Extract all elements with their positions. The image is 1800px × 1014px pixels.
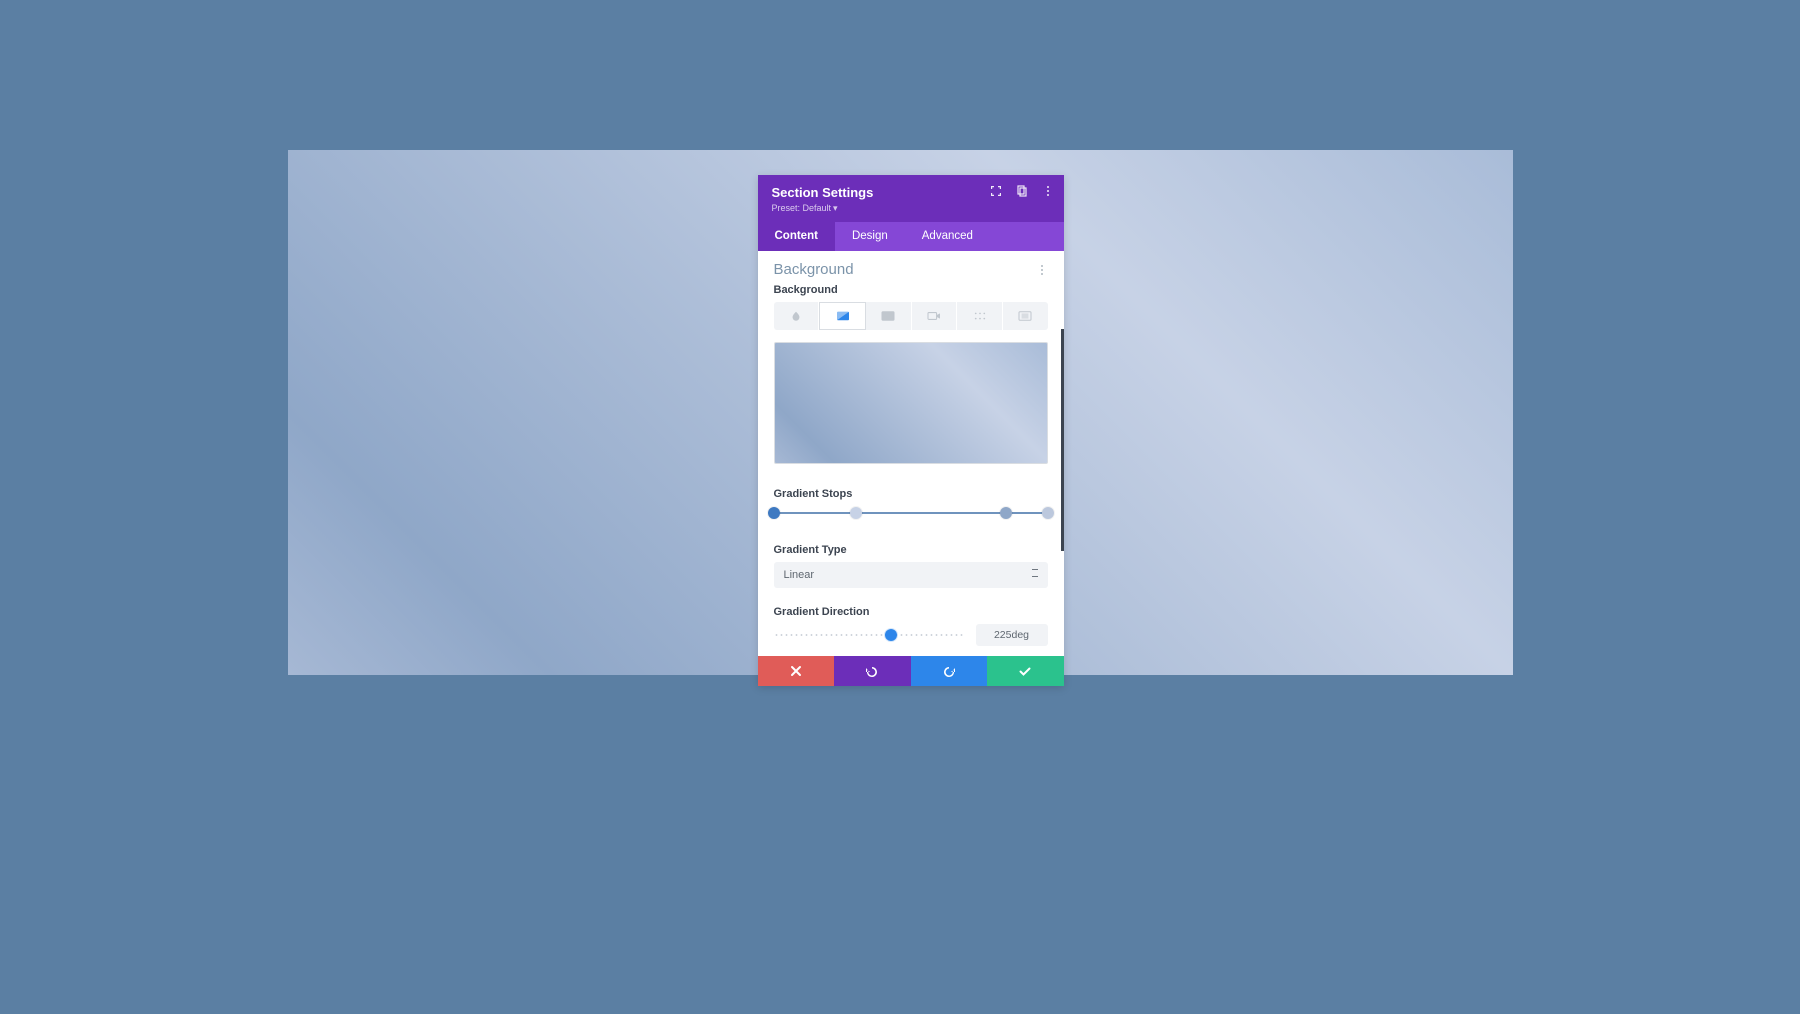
settings-panel: Section Settings Preset: Default▾ Conten… xyxy=(758,175,1064,686)
scrollbar[interactable] xyxy=(1061,329,1064,551)
gradient-type-label: Gradient Type xyxy=(774,544,1048,556)
preset-label: Preset: Default xyxy=(772,203,832,213)
redo-button[interactable] xyxy=(911,656,988,686)
bgtype-mask[interactable] xyxy=(1003,302,1048,330)
gradient-stop-handle[interactable] xyxy=(1042,507,1054,519)
bgtype-image[interactable] xyxy=(866,302,912,330)
section-heading: Background xyxy=(774,261,854,278)
slider-track xyxy=(774,634,964,636)
gradient-stop-handle[interactable] xyxy=(1000,507,1012,519)
header-actions xyxy=(990,185,1054,197)
gradient-stop-handle[interactable] xyxy=(850,507,862,519)
background-label: Background xyxy=(774,284,1048,296)
gradient-type-select[interactable]: Linear xyxy=(774,562,1048,588)
section-heading-row: Background xyxy=(774,261,1048,278)
expand-icon[interactable] xyxy=(990,185,1002,197)
gradient-direction-row: 225deg xyxy=(774,624,1048,646)
tab-advanced[interactable]: Advanced xyxy=(905,222,990,251)
background-type-tabs xyxy=(774,302,1048,330)
gradient-direction-label: Gradient Direction xyxy=(774,606,1048,618)
tab-bar: Content Design Advanced xyxy=(758,222,1064,251)
panel-footer xyxy=(758,656,1064,686)
gradient-stop-handle[interactable] xyxy=(768,507,780,519)
direction-slider[interactable] xyxy=(774,628,964,642)
panel-body: Background Background xyxy=(758,251,1064,646)
save-button[interactable] xyxy=(987,656,1064,686)
section-menu-icon[interactable] xyxy=(1036,264,1048,276)
tab-design[interactable]: Design xyxy=(835,222,905,251)
menu-icon[interactable] xyxy=(1042,185,1054,197)
bgtype-pattern[interactable] xyxy=(957,302,1003,330)
chevron-down-icon: ▾ xyxy=(833,203,838,213)
bgtype-video[interactable] xyxy=(912,302,958,330)
gradient-stops-label: Gradient Stops xyxy=(774,488,1048,500)
page-canvas: Section Settings Preset: Default▾ Conten… xyxy=(288,150,1513,675)
bgtype-color[interactable] xyxy=(774,302,820,330)
undo-button[interactable] xyxy=(834,656,911,686)
copy-icon[interactable] xyxy=(1016,185,1028,197)
preset-selector[interactable]: Preset: Default▾ xyxy=(772,203,1050,214)
panel-header: Section Settings Preset: Default▾ xyxy=(758,175,1064,222)
cancel-button[interactable] xyxy=(758,656,835,686)
direction-value-input[interactable]: 225deg xyxy=(976,624,1048,646)
gradient-preview[interactable] xyxy=(774,342,1048,464)
bgtype-gradient[interactable] xyxy=(819,302,866,330)
tab-content[interactable]: Content xyxy=(758,222,835,251)
gradient-stops-slider[interactable] xyxy=(774,506,1048,520)
slider-handle[interactable] xyxy=(885,629,897,641)
